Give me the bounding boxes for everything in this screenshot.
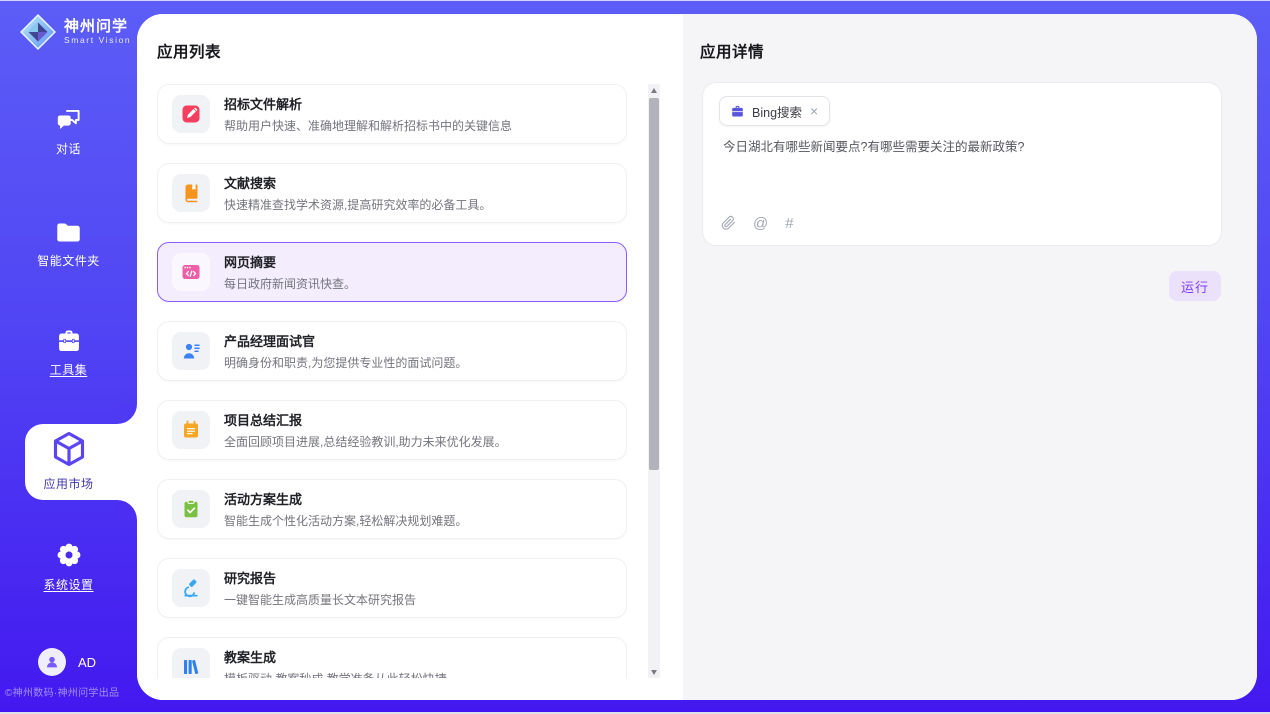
pen-square-icon — [181, 104, 201, 124]
app-card-desc: 全面回顾项目进展,总结经验教训,助力未来优化发展。 — [224, 433, 507, 450]
app-card-desc: 模板驱动,教案秒成,教学准备从此轻松快捷 — [224, 670, 447, 678]
app-icon-tile — [172, 332, 210, 370]
app-card-title: 活动方案生成 — [224, 489, 467, 508]
sidebar-item-smart-folder[interactable]: 智能文件夹 — [0, 221, 137, 269]
app-card-lesson-plan[interactable]: 教案生成 模板驱动,教案秒成,教学准备从此轻松快捷 — [157, 637, 627, 678]
app-card-pm-interviewer[interactable]: 产品经理面试官 明确身份和职责,为您提供专业性的面试问题。 — [157, 321, 627, 381]
app-icon-tile — [172, 490, 210, 528]
active-pill-fillet-bottom — [117, 500, 137, 520]
diamond-logo-icon — [20, 14, 56, 50]
brand-tagline: Smart Vision — [64, 35, 131, 46]
cube-icon — [51, 430, 87, 468]
app-card-title: 教案生成 — [224, 647, 447, 666]
scrollbar-up-arrow[interactable] — [648, 84, 660, 96]
sidebar-item-chat[interactable]: 对话 — [0, 108, 137, 157]
app-detail-pane: 应用详情 Bing搜索 × 今日湖北有哪些新闻要点?有哪些需要关注的最新政策? … — [683, 14, 1257, 700]
clipboard-check-icon — [181, 499, 201, 519]
avatar — [38, 648, 66, 676]
sidebar-item-label: 对话 — [56, 140, 81, 157]
user-icon — [44, 654, 60, 670]
books-icon — [181, 657, 201, 677]
app-card-desc: 帮助用户快速、准确地理解和解析招标书中的关键信息 — [224, 117, 512, 134]
app-card-desc: 智能生成个性化活动方案,轻松解决规划难题。 — [224, 512, 467, 529]
app-card-title: 网页摘要 — [224, 252, 356, 271]
user-initials: AD — [78, 655, 96, 670]
app-card-literature-search[interactable]: 文献搜索 快速精准查找学术资源,提高研究效率的必备工具。 — [157, 163, 627, 223]
app-card-webpage-summary[interactable]: 网页摘要 每日政府新闻资讯快查。 — [157, 242, 627, 302]
attachment-icon[interactable] — [721, 215, 736, 231]
user-account[interactable]: AD — [38, 648, 96, 676]
interviewer-icon — [181, 341, 201, 361]
hashtag-icon[interactable]: # — [785, 216, 793, 231]
scrollbar-down-arrow[interactable] — [648, 666, 660, 678]
book-icon — [181, 183, 201, 203]
app-card-desc: 快速精准查找学术资源,提高研究效率的必备工具。 — [224, 196, 491, 213]
brand-logo: 神州问学 Smart Vision — [20, 14, 131, 50]
sidebar-item-label: 系统设置 — [43, 576, 93, 593]
chip-close-icon[interactable]: × — [809, 104, 819, 118]
browser-code-icon — [181, 262, 201, 282]
app-icon-tile — [172, 411, 210, 449]
app-card-title: 招标文件解析 — [224, 94, 512, 113]
sidebar-item-settings[interactable]: 系统设置 — [0, 541, 137, 593]
tool-chip-bing-search[interactable]: Bing搜索 × — [719, 96, 830, 126]
app-card-research-report[interactable]: 研究报告 一键智能生成高质量长文本研究报告 — [157, 558, 627, 618]
app-card-list: 招标文件解析 帮助用户快速、准确地理解和解析招标书中的关键信息 文献搜索 快速精… — [157, 84, 627, 678]
run-button[interactable]: 运行 — [1169, 271, 1221, 301]
app-card-desc: 每日政府新闻资讯快查。 — [224, 275, 356, 292]
sidebar: 神州问学 Smart Vision 对话 智能文件夹 工具集 — [0, 0, 137, 714]
app-card-event-plan[interactable]: 活动方案生成 智能生成个性化活动方案,轻松解决规划难题。 — [157, 479, 627, 539]
app-list-pane: 应用列表 招标文件解析 帮助用户快速、准确地理解和解析招标书中的关键信息 — [137, 14, 683, 700]
brand-name: 神州问学 — [64, 18, 131, 35]
screen-edge-top — [0, 0, 1270, 1]
app-icon-tile — [172, 95, 210, 133]
sidebar-item-label: 智能文件夹 — [37, 252, 100, 269]
toolbox-icon — [55, 328, 83, 354]
briefcase-icon — [730, 104, 745, 119]
folder-icon — [55, 221, 82, 245]
app-icon-tile — [172, 253, 210, 291]
app-card-title: 研究报告 — [224, 568, 416, 587]
app-card-desc: 明确身份和职责,为您提供专业性的面试问题。 — [224, 354, 467, 371]
sidebar-item-toolkit[interactable]: 工具集 — [0, 328, 137, 378]
sidebar-item-label: 工具集 — [50, 361, 88, 378]
app-card-project-summary[interactable]: 项目总结汇报 全面回顾项目进展,总结经验教训,助力未来优化发展。 — [157, 400, 627, 460]
copyright-text: ©神州数码·神州问学出品 — [0, 684, 137, 699]
composer-toolbar: @ # — [721, 215, 794, 231]
active-pill-fillet-top — [117, 404, 137, 424]
sidebar-item-label: 应用市场 — [43, 475, 93, 492]
microscope-icon — [181, 578, 201, 598]
app-card-title: 项目总结汇报 — [224, 410, 507, 429]
app-card-title: 文献搜索 — [224, 173, 491, 192]
app-icon-tile — [172, 174, 210, 212]
app-card-bid-document-parsing[interactable]: 招标文件解析 帮助用户快速、准确地理解和解析招标书中的关键信息 — [157, 84, 627, 144]
chat-icon — [55, 108, 82, 133]
prompt-composer-card: Bing搜索 × 今日湖北有哪些新闻要点?有哪些需要关注的最新政策? @ # — [702, 82, 1222, 246]
prompt-input[interactable]: 今日湖北有哪些新闻要点?有哪些需要关注的最新政策? — [723, 138, 1203, 157]
app-detail-title: 应用详情 — [700, 40, 764, 62]
app-card-desc: 一键智能生成高质量长文本研究报告 — [224, 591, 416, 608]
main-panel: 应用列表 招标文件解析 帮助用户快速、准确地理解和解析招标书中的关键信息 — [137, 14, 1257, 700]
app-icon-tile — [172, 569, 210, 607]
mention-icon[interactable]: @ — [753, 216, 768, 231]
calendar-report-icon — [181, 420, 201, 440]
gear-icon — [55, 541, 83, 569]
scrollbar-thumb[interactable] — [649, 98, 659, 470]
app-list-scrollbar[interactable] — [648, 84, 660, 678]
app-icon-tile — [172, 648, 210, 678]
tool-chip-label: Bing搜索 — [752, 102, 802, 121]
app-list-title: 应用列表 — [157, 40, 221, 62]
app-card-title: 产品经理面试官 — [224, 331, 467, 350]
sidebar-item-app-market[interactable]: 应用市场 — [0, 430, 137, 492]
